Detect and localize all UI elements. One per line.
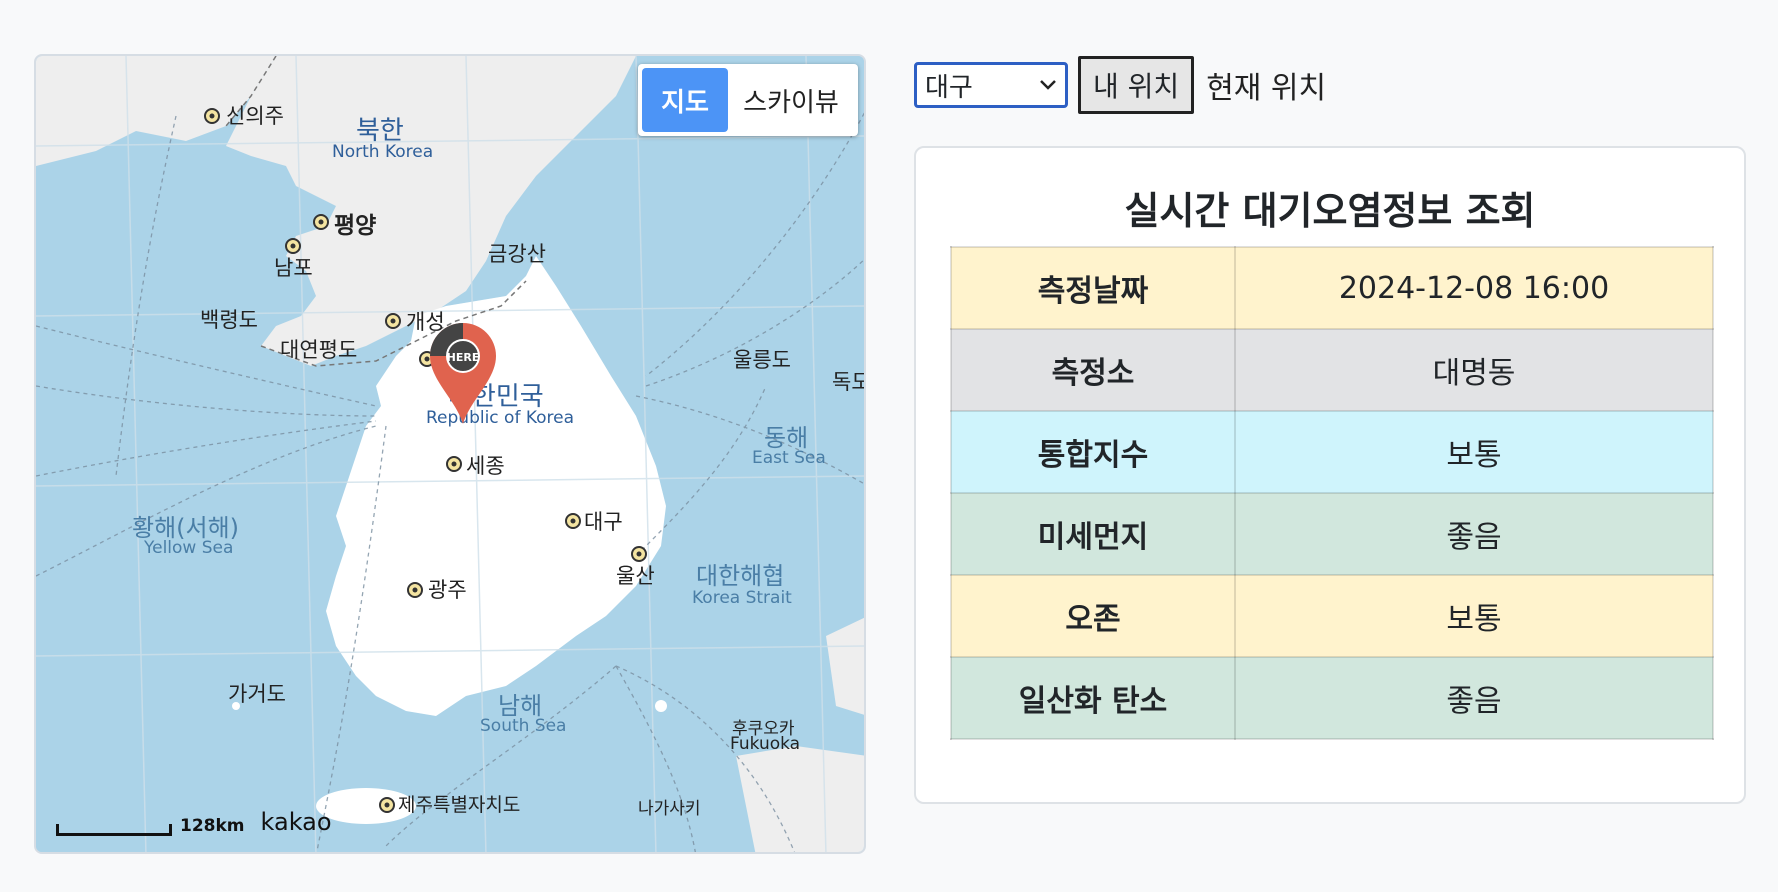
map-label-korea-strait-en: Korea Strait	[692, 588, 792, 608]
table-row: 측정날짜 2024-12-08 16:00	[950, 246, 1714, 330]
current-location-label: 현재 위치	[1206, 71, 1327, 106]
controls-bar: 대구 내 위치 현재 위치	[914, 56, 1326, 114]
row-label: 일산화 탄소	[950, 656, 1236, 740]
row-label: 통합지수	[950, 410, 1236, 494]
map-label-fukuoka-en: Fukuoka	[730, 734, 801, 754]
map-label-daegu: 대구	[584, 510, 623, 534]
map-label-gwangju: 광주	[428, 578, 467, 602]
region-select-value: 대구	[925, 72, 973, 103]
map-label-nagasaki: 나가사키	[638, 799, 701, 819]
map-view[interactable]: 지도 스카이뷰 신의주 북한 North Korea 평양 남포 금강산 백령도…	[34, 54, 866, 854]
map-label-yeonpyeongdo: 대연평도	[280, 338, 358, 362]
map-scale: 128km kakao	[56, 808, 332, 836]
kakao-logo[interactable]: kakao	[261, 808, 332, 836]
map-label-sejong: 세종	[466, 454, 505, 478]
row-value: 좋음	[1234, 656, 1714, 740]
map-type-skyview-button[interactable]: 스카이뷰	[728, 68, 854, 132]
scale-label: 128km	[180, 816, 245, 836]
region-select[interactable]: 대구	[914, 62, 1068, 108]
map-label-nampo: 남포	[274, 256, 313, 280]
map-label-yellow-sea-en: Yellow Sea	[144, 538, 234, 558]
map-label-gageodo: 가거도	[228, 682, 286, 706]
row-value: 보통	[1234, 410, 1714, 494]
row-value: 좋음	[1234, 492, 1714, 576]
row-value: 보통	[1234, 574, 1714, 658]
table-row: 통합지수 보통	[950, 410, 1714, 494]
air-quality-table: 측정날짜 2024-12-08 16:00 측정소 대명동 통합지수 보통 미세…	[950, 246, 1714, 740]
table-row: 오존 보통	[950, 574, 1714, 658]
table-row: 측정소 대명동	[950, 328, 1714, 412]
scale-bar	[56, 824, 172, 836]
my-location-button[interactable]: 내 위치	[1078, 56, 1195, 114]
row-label: 오존	[950, 574, 1236, 658]
map-label-north-korea-en: North Korea	[332, 142, 434, 162]
map-label-ulleungdo: 울릉도	[733, 348, 791, 372]
map-label-south-sea-en: South Sea	[480, 716, 567, 736]
map-label-sinuiju: 신의주	[226, 104, 284, 128]
row-label: 미세먼지	[950, 492, 1236, 576]
row-value: 대명동	[1234, 328, 1714, 412]
row-value: 2024-12-08 16:00	[1234, 246, 1714, 330]
map-label-jeju: 제주특별자치도	[398, 794, 521, 816]
card-title: 실시간 대기오염정보 조회	[1124, 189, 1536, 233]
row-label: 측정소	[950, 328, 1236, 412]
air-quality-card: 실시간 대기오염정보 조회 측정날짜 2024-12-08 16:00 측정소 …	[914, 146, 1746, 804]
map-type-control: 지도 스카이뷰	[638, 64, 858, 136]
map-label-east-sea-en: East Sea	[752, 448, 826, 468]
chevron-down-icon	[1040, 80, 1056, 90]
table-row: 미세먼지 좋음	[950, 492, 1714, 576]
map-label-ulsan: 울산	[616, 564, 655, 588]
location-marker-icon[interactable]: HERE	[428, 320, 498, 426]
map-label-geumgangsan: 금강산	[488, 242, 546, 266]
row-label: 측정날짜	[950, 246, 1236, 330]
map-label-baengnyeongdo: 백령도	[200, 308, 258, 332]
map-type-map-button[interactable]: 지도	[642, 68, 728, 132]
marker-label: HERE	[447, 351, 480, 364]
table-row: 일산화 탄소 좋음	[950, 656, 1714, 740]
map-label-korea-strait: 대한해협	[696, 562, 785, 590]
map-label-pyongyang: 평양	[334, 213, 377, 239]
map-label-dokdo: 독도	[832, 370, 864, 394]
